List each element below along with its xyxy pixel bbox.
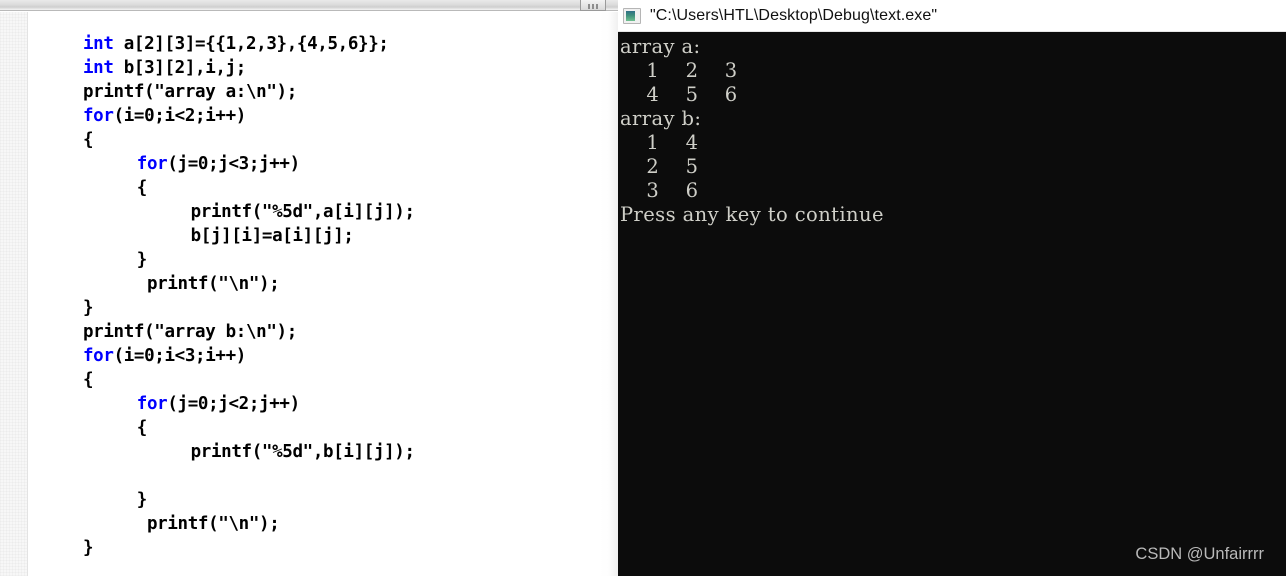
code-text: } bbox=[136, 490, 148, 510]
code-line: int a[2][3]={{1,2,3},{4,5,6}}; bbox=[83, 32, 389, 56]
console-output-area[interactable]: array a: 1 2 3 4 5 6 array b: 1 4 2 5 3 6… bbox=[618, 32, 1286, 576]
code-text: { bbox=[83, 370, 94, 390]
console-output-line: 1 4 bbox=[620, 131, 699, 154]
code-line: for(j=0;j<2;j++) bbox=[137, 392, 300, 416]
console-title-label: "C:\Users\HTL\Desktop\Debug\text.exe" bbox=[650, 6, 938, 24]
code-text: a[2][3]={{1,2,3},{4,5,6}}; bbox=[113, 34, 389, 54]
code-text: } bbox=[136, 250, 148, 270]
code-text: { bbox=[136, 418, 148, 438]
code-text: printf("\n"); bbox=[136, 514, 280, 534]
code-line: printf("\n"); bbox=[137, 512, 280, 536]
code-line: { bbox=[83, 368, 94, 392]
code-text: b[3][2],i,j; bbox=[113, 58, 247, 78]
code-text: (i=0;i<2;i++) bbox=[113, 106, 247, 126]
code-keyword: for bbox=[83, 346, 114, 366]
console-output-line: array b: bbox=[620, 107, 702, 130]
editor-resize-grip[interactable] bbox=[580, 0, 606, 11]
editor-gutter[interactable] bbox=[0, 12, 28, 576]
console-output-line: 3 6 bbox=[620, 179, 699, 202]
screenshot-root: int a[2][3]={{1,2,3},{4,5,6}}; int b[3][2… bbox=[0, 0, 1286, 576]
code-line: { bbox=[83, 128, 94, 152]
editor-toolbar-strip bbox=[0, 0, 618, 11]
code-keyword: int bbox=[83, 34, 114, 54]
code-keyword: for bbox=[136, 154, 168, 174]
console-title-bar[interactable]: "C:\Users\HTL\Desktop\Debug\text.exe" bbox=[618, 0, 1286, 32]
code-line: printf("array b:\n"); bbox=[83, 320, 297, 344]
code-line: printf("%5d",b[i][j]); bbox=[191, 440, 415, 464]
code-line: for(i=0;i<3;i++) bbox=[83, 344, 246, 368]
console-output-line: array a: bbox=[620, 35, 701, 58]
code-text: printf("%5d",b[i][j]); bbox=[190, 442, 415, 462]
code-text: printf("%5d",a[i][j]); bbox=[190, 202, 415, 222]
editor-right-margin bbox=[600, 12, 618, 576]
code-line: } bbox=[83, 536, 94, 560]
code-text: (j=0;j<2;j++) bbox=[167, 394, 300, 414]
code-text: b[j][i]=a[i][j]; bbox=[190, 226, 354, 246]
code-line: printf("array a:\n"); bbox=[83, 80, 297, 104]
code-text: printf("array b:\n"); bbox=[83, 322, 297, 342]
code-line: b[j][i]=a[i][j]; bbox=[191, 224, 354, 248]
code-line: } bbox=[136, 488, 148, 512]
code-text: printf("\n"); bbox=[136, 274, 280, 294]
console-output-line: 4 5 6 bbox=[620, 83, 738, 106]
code-keyword: int bbox=[83, 58, 114, 78]
code-text: } bbox=[83, 538, 94, 558]
code-line: int b[3][2],i,j; bbox=[83, 56, 246, 80]
code-line: { bbox=[136, 416, 148, 440]
console-window: "C:\Users\HTL\Desktop\Debug\text.exe" ar… bbox=[618, 0, 1286, 576]
code-keyword: for bbox=[83, 106, 114, 126]
code-text: { bbox=[83, 130, 94, 150]
console-output-line: 1 2 3 bbox=[620, 59, 738, 82]
code-line: } bbox=[136, 248, 148, 272]
code-keyword: for bbox=[136, 394, 168, 414]
code-line: for(j=0;j<3;j++) bbox=[137, 152, 300, 176]
code-text: { bbox=[136, 178, 148, 198]
code-text: (i=0;i<3;i++) bbox=[113, 346, 247, 366]
code-text: printf("array a:\n"); bbox=[83, 82, 297, 102]
code-line: { bbox=[136, 176, 148, 200]
code-text: } bbox=[83, 298, 94, 318]
console-app-icon bbox=[623, 7, 641, 24]
code-line: printf("\n"); bbox=[137, 272, 280, 296]
csdn-watermark: CSDN @Unfairrrr bbox=[1135, 545, 1264, 563]
code-text-area[interactable]: int a[2][3]={{1,2,3},{4,5,6}}; int b[3][2… bbox=[29, 12, 600, 576]
console-output-line: Press any key to continue bbox=[620, 203, 884, 226]
code-line: for(i=0;i<2;i++) bbox=[83, 104, 246, 128]
code-line: printf("%5d",a[i][j]); bbox=[191, 200, 415, 224]
code-editor-window: int a[2][3]={{1,2,3},{4,5,6}}; int b[3][2… bbox=[0, 0, 618, 576]
console-output-line: 2 5 bbox=[620, 155, 699, 178]
code-text: (j=0;j<3;j++) bbox=[167, 154, 300, 174]
code-line: } bbox=[83, 296, 94, 320]
